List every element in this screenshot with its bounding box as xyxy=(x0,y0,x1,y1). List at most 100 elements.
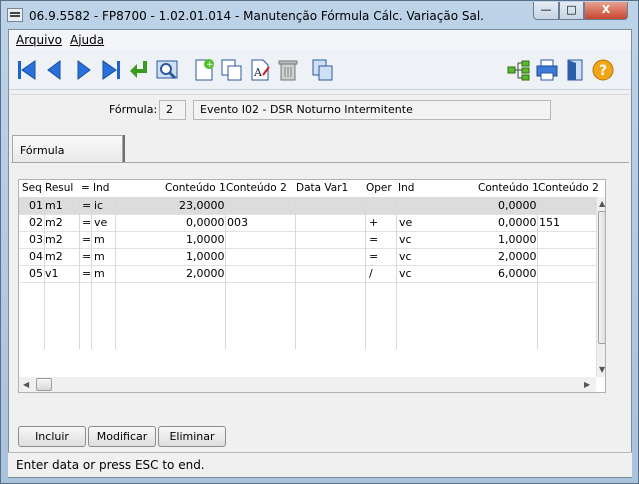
cell-conteudo2b: 151 xyxy=(539,216,560,229)
cell-resul: m2 xyxy=(45,250,63,263)
cell-ind2: vc xyxy=(399,233,412,246)
formula-grid[interactable]: Seq Resul = Ind Conteúdo 1 Conteúdo 2 Da… xyxy=(18,179,606,393)
cell-resul: m1 xyxy=(45,199,63,212)
cell-conteudo1: 1,0000 xyxy=(186,250,225,263)
cell-ind: m xyxy=(94,267,105,280)
col-conteudo1: Conteúdo 1 xyxy=(165,182,226,194)
cell-oper: = xyxy=(369,233,379,246)
app-icon xyxy=(7,8,23,22)
cell-seq: 04 xyxy=(29,250,43,263)
toolbar: + A ? xyxy=(9,50,631,90)
delete-trash-icon[interactable] xyxy=(276,58,300,82)
cell-conteudo1b: 2,0000 xyxy=(498,250,537,263)
tab-formula[interactable]: Fórmula xyxy=(12,135,123,162)
new-document-icon[interactable]: + xyxy=(192,58,216,82)
scroll-down-icon[interactable]: ▼ xyxy=(599,365,605,374)
exit-door-icon[interactable] xyxy=(563,58,587,82)
table-row[interactable]: 05 v1 = m 2,0000 / vc 6,0000 xyxy=(19,265,596,282)
cell-oper: = xyxy=(369,250,379,263)
cell-conteudo1: 23,0000 xyxy=(179,199,225,212)
menu-arquivo[interactable]: Arquivo xyxy=(16,33,62,47)
scroll-up-icon[interactable]: ▲ xyxy=(599,199,605,208)
tree-structure-icon[interactable] xyxy=(507,58,531,82)
duplicate-icon[interactable] xyxy=(311,58,335,82)
formula-code-field[interactable]: 2 xyxy=(159,100,186,120)
col-conteudo1b: Conteúdo 1 xyxy=(478,182,539,194)
horizontal-scrollbar[interactable]: ◀ ▶ xyxy=(19,377,596,392)
formula-label: Fórmula: xyxy=(109,103,158,116)
column-divider xyxy=(44,197,45,349)
previous-record-icon[interactable] xyxy=(43,58,67,82)
col-ind2: Ind xyxy=(398,182,415,194)
eliminar-button[interactable]: Eliminar xyxy=(158,426,226,447)
col-eq: = xyxy=(81,182,90,194)
svg-text:A: A xyxy=(253,66,263,79)
column-divider xyxy=(396,197,397,349)
cell-ind: ic xyxy=(94,199,104,212)
col-oper: Oper xyxy=(366,182,392,194)
edit-text-icon[interactable]: A xyxy=(248,58,272,82)
horizontal-scroll-thumb[interactable] xyxy=(36,378,52,391)
incluir-button[interactable]: Incluir xyxy=(18,426,86,447)
table-row[interactable]: 01 m1 = ic 23,0000 0,0000 xyxy=(19,197,596,214)
cell-eq: = xyxy=(82,250,92,263)
col-conteudo2b: Conteúdo 2 xyxy=(538,182,599,194)
client-area: Arquivo Ajuda + A ? Fórmula: 2 Evento I0… xyxy=(8,29,632,478)
search-zoom-icon[interactable] xyxy=(155,58,179,82)
copy-icon[interactable] xyxy=(220,58,244,82)
return-icon[interactable] xyxy=(127,58,151,82)
first-record-icon[interactable] xyxy=(15,58,39,82)
status-text: Enter data or press ESC to end. xyxy=(16,458,205,472)
cell-conteudo1: 0,0000 xyxy=(186,216,225,229)
vertical-scroll-thumb[interactable] xyxy=(598,211,605,344)
cell-conteudo1: 1,0000 xyxy=(186,233,225,246)
cell-conteudo1b: 0,0000 xyxy=(498,199,537,212)
close-button[interactable]: X xyxy=(584,2,628,20)
cell-resul: v1 xyxy=(45,267,59,280)
cell-conteudo1b: 0,0000 xyxy=(498,216,537,229)
cell-ind: m xyxy=(94,233,105,246)
menu-bar: Arquivo Ajuda xyxy=(9,30,631,50)
window-title: 06.9.5582 - FP8700 - 1.02.01.014 - Manut… xyxy=(29,9,484,23)
table-row[interactable]: 03 m2 = m 1,0000 = vc 1,0000 xyxy=(19,231,596,248)
col-seq: Seq xyxy=(22,182,42,194)
print-icon[interactable] xyxy=(535,58,559,82)
cell-conteudo2: 003 xyxy=(227,216,248,229)
cell-conteudo1: 2,0000 xyxy=(186,267,225,280)
svg-text:?: ? xyxy=(599,63,607,79)
cell-oper: / xyxy=(369,267,373,280)
column-divider xyxy=(295,197,296,349)
title-bar: 06.9.5582 - FP8700 - 1.02.01.014 - Manut… xyxy=(1,1,638,29)
row-divider xyxy=(19,282,596,283)
last-record-icon[interactable] xyxy=(99,58,123,82)
cell-conteudo1b: 6,0000 xyxy=(498,267,537,280)
col-ind: Ind xyxy=(93,182,110,194)
vertical-scrollbar[interactable]: ▲ ▼ xyxy=(596,197,605,377)
cell-eq: = xyxy=(82,216,92,229)
svg-text:+: + xyxy=(206,60,214,70)
scroll-right-icon[interactable]: ▶ xyxy=(584,380,590,389)
menu-ajuda[interactable]: Ajuda xyxy=(70,33,104,47)
application-window: 06.9.5582 - FP8700 - 1.02.01.014 - Manut… xyxy=(0,0,639,484)
cell-seq: 03 xyxy=(29,233,43,246)
cell-seq: 01 xyxy=(29,199,43,212)
column-divider xyxy=(79,197,80,349)
maximize-button[interactable]: □ xyxy=(559,2,584,20)
modificar-button[interactable]: Modificar xyxy=(88,426,156,447)
row-divider xyxy=(19,214,596,215)
cell-resul: m2 xyxy=(45,216,63,229)
table-row[interactable]: 04 m2 = m 1,0000 = vc 2,0000 xyxy=(19,248,596,265)
minimize-button[interactable]: — xyxy=(533,2,559,20)
cell-resul: m2 xyxy=(45,233,63,246)
cell-ind2: ve xyxy=(399,216,413,229)
row-divider xyxy=(19,231,596,232)
column-divider xyxy=(115,197,116,349)
table-row[interactable]: 02 m2 = ve 0,0000 003 + ve 0,0000 151 xyxy=(19,214,596,231)
cell-seq: 02 xyxy=(29,216,43,229)
scroll-left-icon[interactable]: ◀ xyxy=(23,380,29,389)
formula-description-field: Evento I02 - DSR Noturno Intermitente xyxy=(193,100,551,120)
help-icon[interactable]: ? xyxy=(591,58,615,82)
row-divider xyxy=(19,265,596,266)
grid-header: Seq Resul = Ind Conteúdo 1 Conteúdo 2 Da… xyxy=(19,180,605,197)
next-record-icon[interactable] xyxy=(71,58,95,82)
